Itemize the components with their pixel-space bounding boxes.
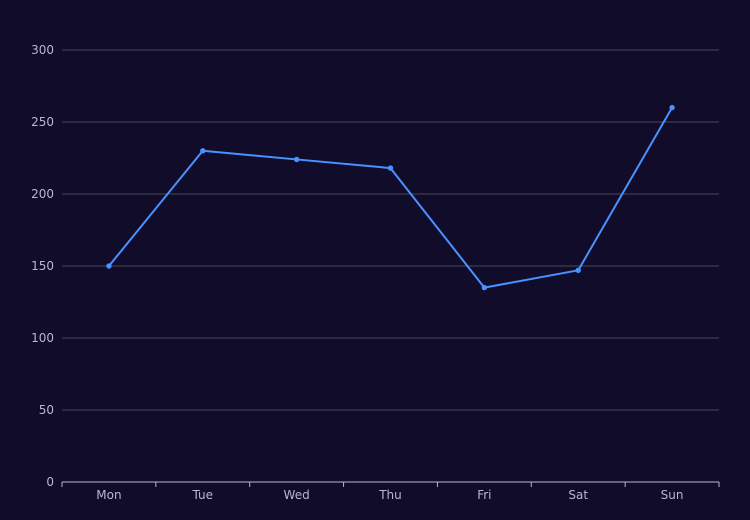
data-point bbox=[669, 104, 675, 111]
y-tick-label: 100 bbox=[31, 331, 54, 345]
x-tick-label: Tue bbox=[192, 488, 214, 502]
chart-canvas: 0 50 100 150 200 250 300 Mon Tue Wed Thu Fri Sat Sun bbox=[31, 43, 720, 502]
axes bbox=[61, 481, 720, 487]
y-tick-label: 0 bbox=[46, 475, 54, 489]
x-tick-label: Thu bbox=[378, 488, 402, 502]
x-tick-label: Wed bbox=[284, 488, 310, 502]
series-layer bbox=[106, 104, 675, 291]
x-tick-label: Mon bbox=[96, 488, 121, 502]
y-tick-labels: 0 50 100 150 200 250 300 bbox=[31, 43, 54, 489]
series-line bbox=[108, 107, 673, 289]
y-tick-label: 250 bbox=[31, 115, 54, 129]
data-point bbox=[200, 148, 206, 154]
x-tick-label: Sat bbox=[568, 488, 588, 502]
x-tick-labels: Mon Tue Wed Thu Fri Sat Sun bbox=[96, 488, 683, 502]
data-point bbox=[575, 267, 581, 274]
grid-lines bbox=[62, 49, 719, 411]
x-tick-label: Fri bbox=[477, 488, 491, 502]
y-tick-label: 300 bbox=[31, 43, 54, 57]
y-tick-label: 150 bbox=[31, 259, 54, 273]
line-chart: 0 50 100 150 200 250 300 Mon Tue Wed Thu Fri Sat Sun bbox=[0, 0, 750, 520]
data-point bbox=[387, 165, 394, 171]
y-tick-label: 200 bbox=[31, 187, 54, 201]
data-point bbox=[481, 284, 488, 291]
x-tick-label: Sun bbox=[661, 488, 684, 502]
data-point bbox=[106, 263, 112, 269]
data-point bbox=[293, 156, 300, 163]
y-tick-label: 50 bbox=[39, 403, 54, 417]
